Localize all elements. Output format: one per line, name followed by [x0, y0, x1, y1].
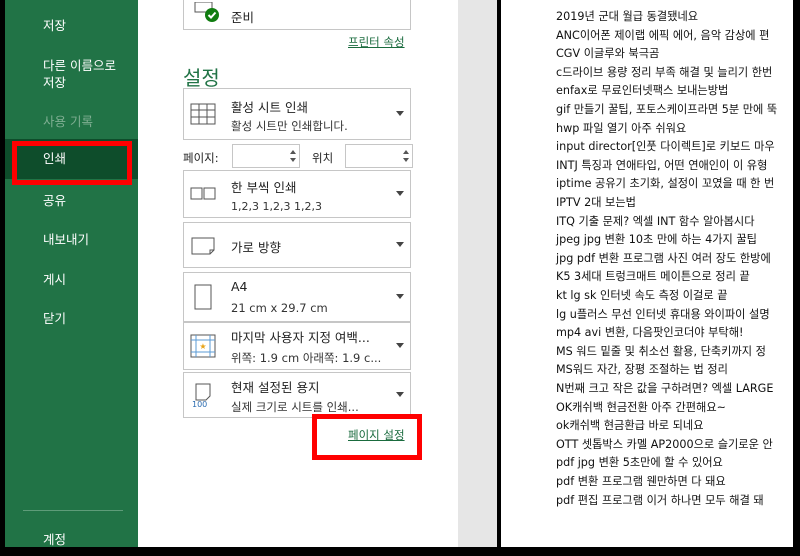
nav-publish[interactable]: 게시	[5, 271, 138, 288]
nav-save-as-line1: 다른 이름으로	[43, 58, 116, 73]
margins-icon: ★	[190, 334, 216, 358]
pages-to-input[interactable]	[345, 144, 413, 168]
chevron-down-icon	[396, 343, 404, 348]
nav-export[interactable]: 내보내기	[5, 231, 138, 248]
preview-line: hwp 파일 열기 아주 쉬워요	[556, 121, 687, 135]
nav-save[interactable]: 저장	[5, 17, 138, 34]
preview-line: IPTV 2대 보는법	[556, 196, 636, 209]
orientation-select[interactable]: 가로 방향	[183, 222, 411, 268]
print-scope-subtitle: 활성 시트만 인쇄합니다.	[231, 119, 348, 133]
spin-down-icon[interactable]	[290, 158, 296, 162]
preview-line: CGV 이글루와 북극곰	[556, 47, 660, 61]
nav-close[interactable]: 닫기	[5, 310, 138, 327]
preview-line: jpeg jpg 변환 10초 만에 하는 4가지 꿀팁	[556, 233, 757, 247]
scaling-icon-text: 100	[192, 400, 207, 408]
preview-line: kt lg sk 인터넷 속도 측정 이걸로 끝	[556, 289, 728, 302]
preview-line: pdf 편집 프로그램 이거 하나면 모두 해결 돼	[556, 493, 764, 507]
preview-line: MS 워드 밑줄 및 취소선 활용, 단축키까지 정	[556, 344, 766, 358]
preview-line: pdf jpg 변환 5초만에 할 수 있어요	[556, 456, 723, 470]
chevron-down-icon	[396, 242, 404, 247]
margins-title: 마지막 사용자 지정 여백...	[231, 330, 370, 345]
preview-line: ok캐쉬백 현금환급 바로 되네요	[556, 419, 704, 433]
preview-line: OK캐쉬백 현금전환 아주 간편해요~	[556, 400, 726, 414]
backstage-nav: 저장 다른 이름으로 저장 사용 기록 인쇄 공유 내보내기 게시 닫기 계정	[5, 0, 138, 547]
spin-up-icon[interactable]	[403, 150, 409, 154]
settings-title: 설정	[183, 66, 220, 90]
pages-label: 페이지:	[183, 151, 219, 165]
orientation-title: 가로 방향	[231, 240, 281, 255]
sheet-grid-icon	[190, 103, 216, 125]
collate-icon	[190, 187, 216, 200]
preview-line: ITQ 기출 문제? 엑셀 INT 함수 알아봅시다	[556, 214, 755, 228]
chevron-down-icon	[396, 392, 404, 397]
scaling-subtitle: 실제 크기로 시트를 인쇄...	[231, 400, 359, 414]
pages-to-label: 위치	[312, 151, 334, 165]
preview-line: N번째 크고 작은 값을 구하려면? 엑셀 LARGE	[556, 382, 774, 395]
preview-line: 2019년 군대 월급 동결됐네요	[556, 10, 699, 23]
scaling-title: 현재 설정된 용지	[231, 380, 320, 395]
paper-size-subtitle: 21 cm x 29.7 cm	[231, 301, 328, 315]
preview-line: input director[인풋 다이렉트]로 키보드 마우	[556, 140, 775, 154]
preview-line: ANC이어폰 제이랩 에픽 에어, 음악 감상에 편	[556, 28, 770, 42]
print-scope-select[interactable]: 활성 시트 인쇄 활성 시트만 인쇄합니다.	[183, 88, 411, 140]
preview-line: enfax로 무료인터넷팩스 보내는방법	[556, 84, 729, 98]
scaling-select[interactable]: 100 현재 설정된 용지 실제 크기로 시트를 인쇄...	[183, 372, 411, 418]
preview-gutter	[458, 0, 498, 547]
preview-line: INTJ 특징과 연애타입, 어떤 연애인이 이 유형	[556, 158, 768, 172]
preview-line: gif 만들기 꿀팁, 포토스케이프라면 5분 만에 뚝	[556, 103, 778, 116]
landscape-page-icon	[191, 237, 215, 255]
excel-backstage-print: 저장 다른 이름으로 저장 사용 기록 인쇄 공유 내보내기 게시 닫기 계정 …	[0, 0, 800, 556]
preview-line: lg u플러스 무선 인터넷 휴대용 와이파이 설명	[556, 307, 770, 321]
scaling-icon: 100	[192, 383, 211, 408]
spin-down-icon[interactable]	[403, 158, 409, 162]
margins-subtitle: 위쪽: 1.9 cm 아래쪽: 1.9 c...	[231, 351, 382, 365]
preview-line: K5 3세대 트렁크매트 메이튼으로 정리 끝	[556, 270, 750, 284]
highlight-print-nav	[12, 141, 132, 185]
portrait-page-icon	[194, 284, 212, 310]
spin-up-icon[interactable]	[290, 150, 296, 154]
preview-line: OTT 셋톱박스 카멜 AP2000으로 슬기로운 안	[556, 437, 773, 451]
preview-line: mp4 avi 변환, 다음팟인코더야 부탁해!	[556, 326, 744, 340]
preview-line: jpg pdf 변환 프로그램 사진 여러 장도 한방에	[556, 251, 771, 265]
pages-from-input[interactable]	[232, 144, 300, 168]
collation-title: 한 부씩 인쇄	[231, 180, 297, 195]
preview-line: MS워드 자간, 장평 조절하는 법 정리	[556, 363, 728, 377]
printer-select[interactable]: 준비	[183, 0, 411, 30]
nav-history: 사용 기록	[43, 114, 93, 129]
collation-subtitle: 1,2,3 1,2,3 1,2,3	[231, 200, 322, 213]
nav-divider	[23, 510, 123, 511]
chevron-down-icon	[396, 294, 404, 299]
preview-line: c드라이브 용량 정리 부족 해결 및 늘리기 한번	[556, 65, 773, 79]
chevron-down-icon	[396, 191, 404, 196]
right-border	[793, 0, 800, 556]
nav-share[interactable]: 공유	[5, 192, 138, 209]
printer-status: 준비	[231, 10, 255, 25]
svg-text:★: ★	[199, 342, 206, 351]
nav-account[interactable]: 계정	[5, 531, 138, 548]
chevron-down-icon	[396, 111, 404, 116]
paper-size-select[interactable]: A4 21 cm x 29.7 cm	[183, 272, 411, 322]
preview-line: iptime 공유기 초기화, 설정이 꼬였을 때 한 번	[556, 177, 775, 191]
printer-properties-link[interactable]: 프린터 속성	[348, 34, 405, 50]
nav-save-as[interactable]: 다른 이름으로 저장	[5, 57, 138, 91]
margins-select[interactable]: ★ 마지막 사용자 지정 여백... 위쪽: 1.9 cm 아래쪽: 1.9 c…	[183, 322, 411, 370]
collation-select[interactable]: 한 부씩 인쇄 1,2,3 1,2,3 1,2,3	[183, 170, 411, 218]
nav-save-as-line2: 저장	[43, 75, 67, 90]
paper-size-title: A4	[231, 279, 248, 294]
print-preview-page: 2019년 군대 월급 동결됐네요 ANC이어폰 제이랩 에픽 에어, 음악 감상…	[501, 0, 793, 547]
printer-icon	[194, 2, 219, 22]
highlight-page-setup	[312, 414, 422, 460]
bottom-border	[0, 547, 800, 556]
preview-line: pdf 변환 프로그램 웬만하면 다 돼요	[556, 475, 726, 488]
print-scope-title: 활성 시트 인쇄	[231, 100, 308, 115]
